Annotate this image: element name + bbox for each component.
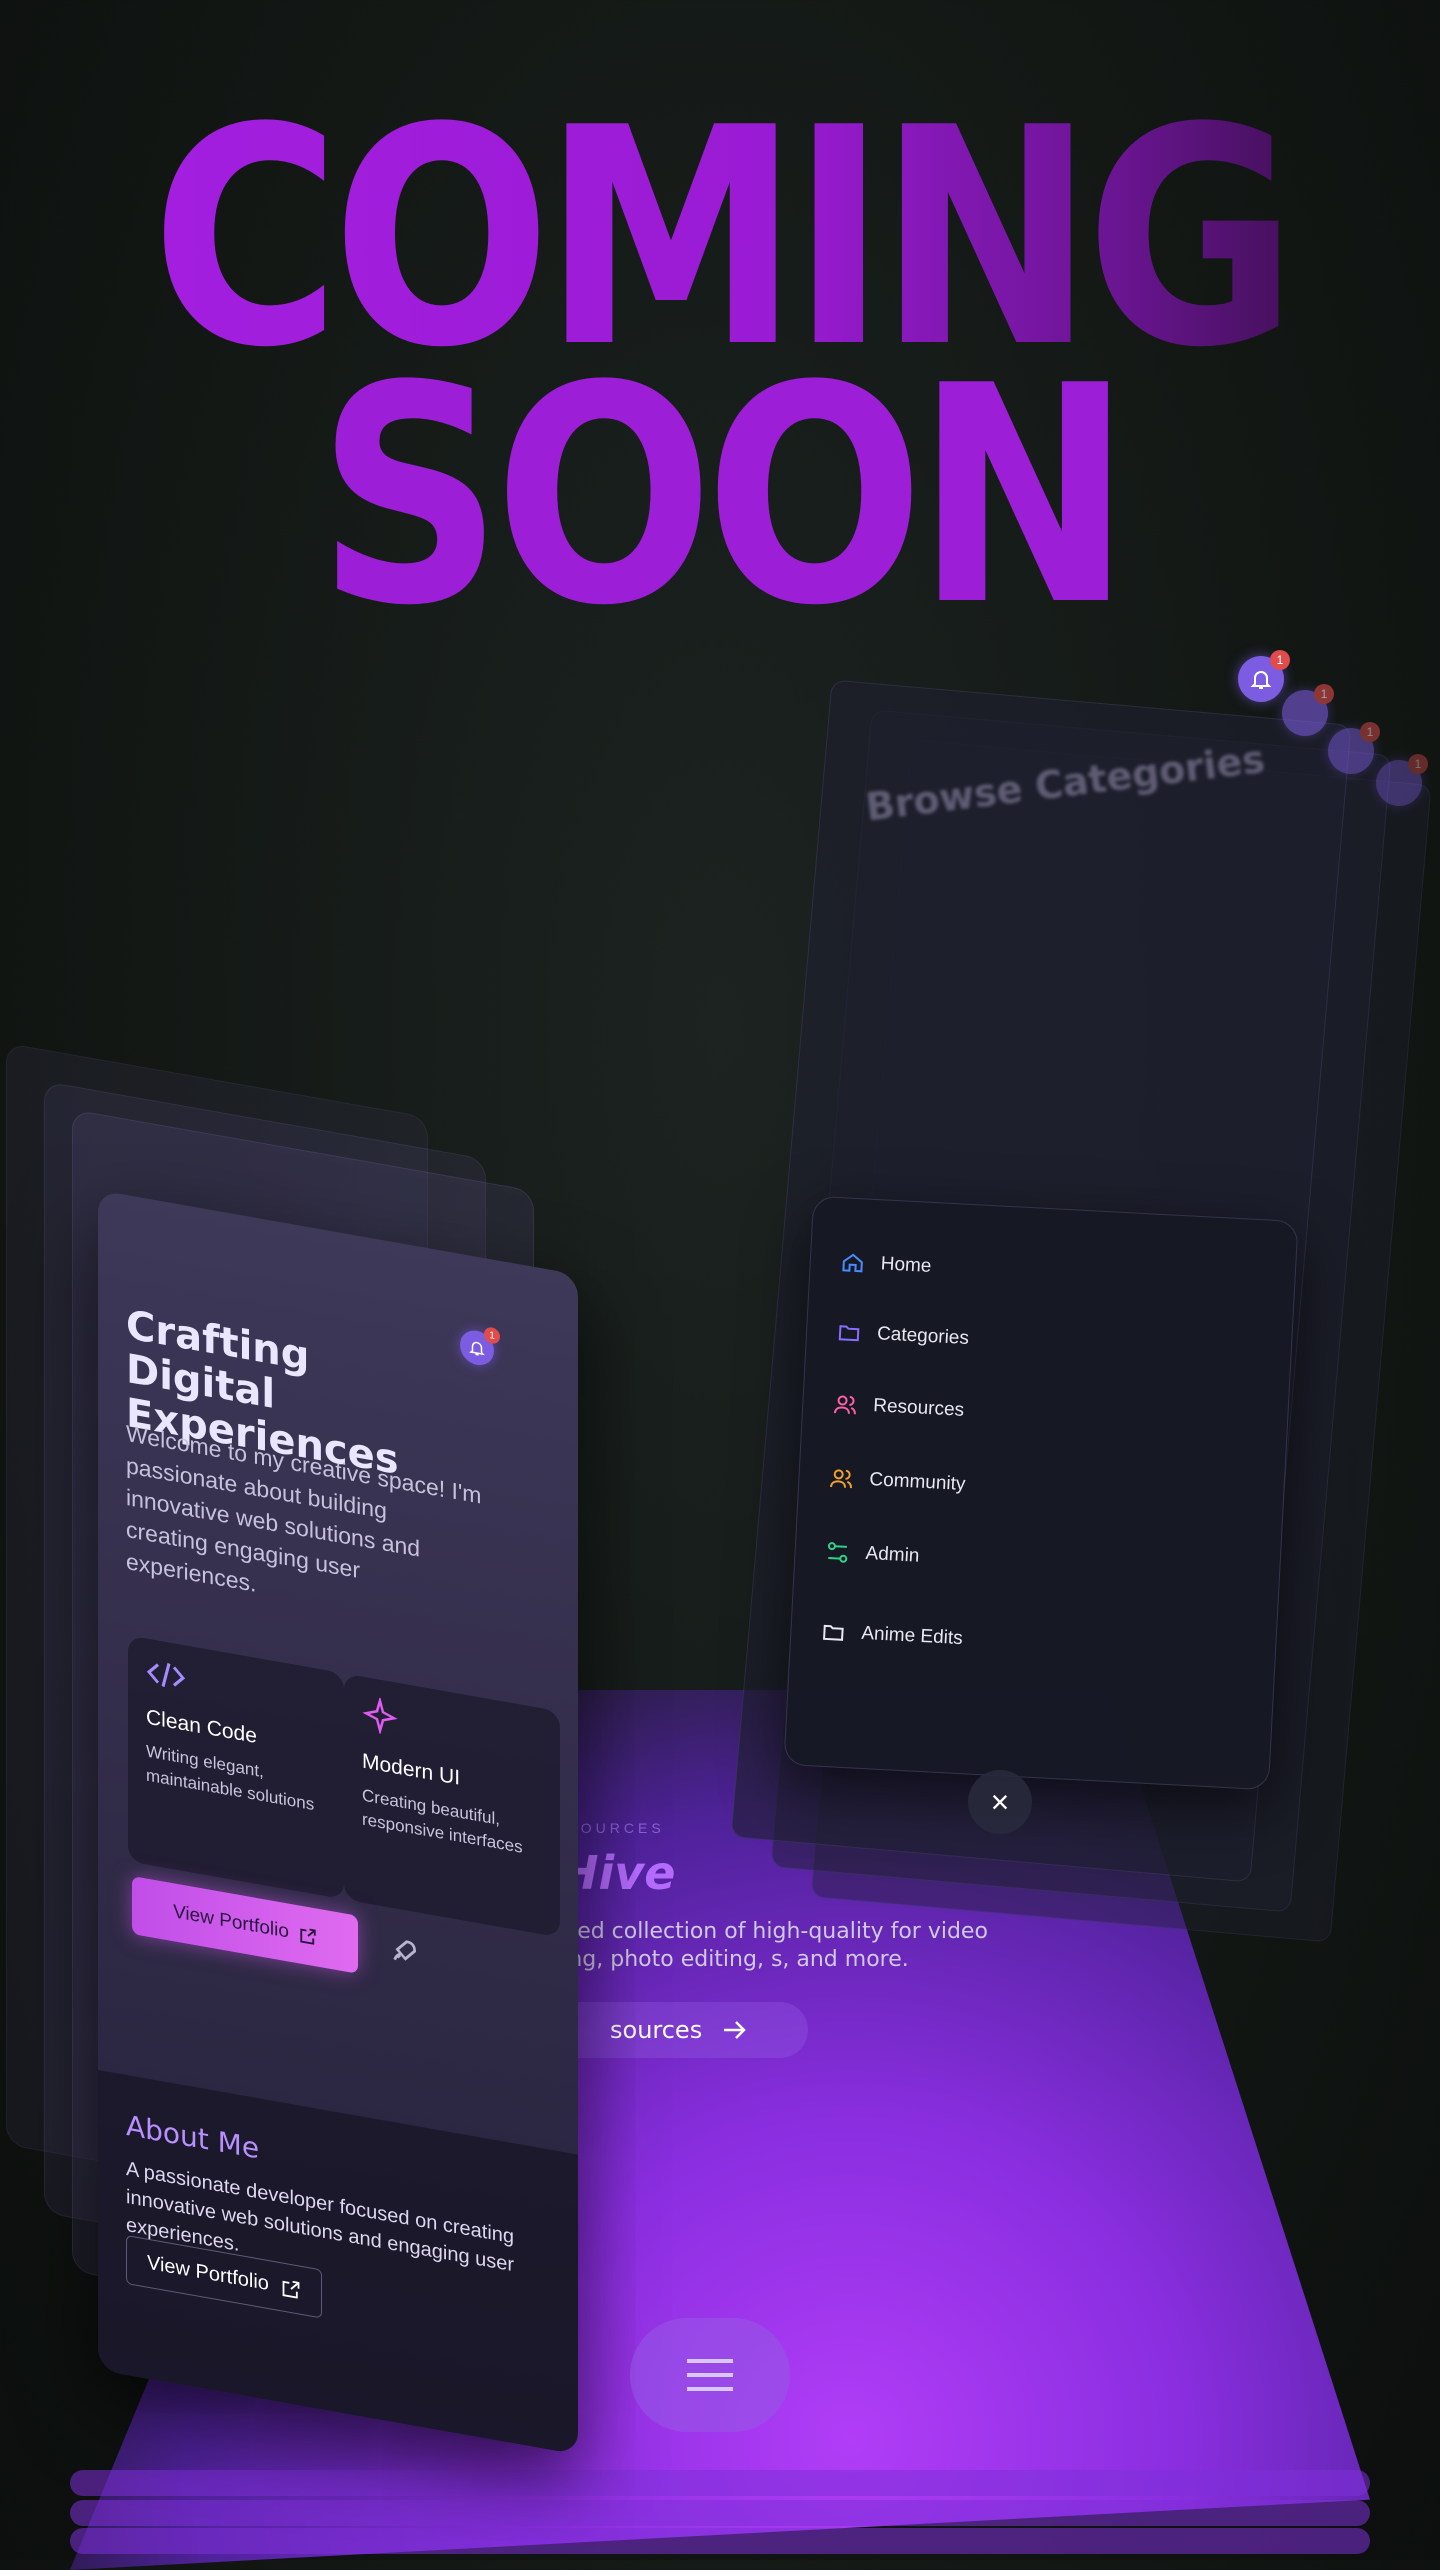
resources-description: curated collection of high-quality for v… (520, 1919, 988, 1972)
bell-icon (1250, 671, 1272, 689)
arrow-right-icon (724, 2021, 746, 2039)
menu-item-label: Home (880, 1253, 932, 1277)
bell-icon (469, 1341, 485, 1356)
notification-bell[interactable]: 1 (460, 1326, 500, 1368)
view-portfolio-label: View Portfolio (173, 1901, 289, 1943)
stage-edge (70, 2470, 1370, 2496)
menu-item-admin[interactable]: Admin (825, 1540, 920, 1569)
about-heading: About Me (126, 2108, 260, 2166)
browse-resources-label: sources (610, 2016, 703, 2044)
notification-badge: 1 (484, 1326, 500, 1345)
menu-item-label: Categories (876, 1323, 970, 1349)
home-icon (842, 1253, 863, 1273)
external-link-icon (300, 1928, 316, 1945)
menu-toggle-button[interactable] (630, 2318, 790, 2432)
feature-card-modern-ui: Modern UI Creating beautiful, responsive… (344, 1673, 560, 1938)
menu-item-label: Anime Edits (860, 1622, 964, 1650)
notification-bell: 1 (1282, 684, 1334, 736)
menu-item-home[interactable]: Home (840, 1250, 932, 1279)
notification-badge: 1 (1408, 754, 1428, 774)
sliders-icon (827, 1542, 848, 1563)
folder-icon (838, 1325, 860, 1342)
notification-badge: 1 (1270, 650, 1290, 670)
menu-item-label: Community (868, 1469, 966, 1496)
rocket-icon[interactable] (388, 1933, 420, 1971)
nav-menu: Home Categories Resources Community Admi… (783, 1195, 1299, 1791)
hamburger-icon (687, 2359, 733, 2391)
stage-edge (70, 2528, 1370, 2554)
close-menu-button[interactable]: × (968, 1770, 1032, 1834)
portfolio-card: 1 Crafting Digital Experiences Welcome t… (98, 1190, 578, 2455)
code-icon (146, 1662, 186, 1688)
stage-edge (70, 2500, 1370, 2526)
menu-item-label: Admin (865, 1542, 920, 1567)
menu-item-categories[interactable]: Categories (837, 1320, 970, 1351)
users-icon (830, 1469, 853, 1489)
browse-resources-button[interactable]: sources (550, 2002, 809, 2058)
menu-item-anime-edits[interactable]: Anime Edits (821, 1620, 963, 1651)
notification-badge: 1 (1314, 684, 1334, 704)
notification-badge: 1 (1360, 722, 1380, 742)
view-portfolio-label: View Portfolio (147, 2251, 269, 2296)
external-link-icon (282, 2280, 300, 2299)
menu-item-community[interactable]: Community (829, 1466, 966, 1497)
hero-headline: COMING SOON (0, 89, 1440, 671)
menu-item-resources[interactable]: Resources (833, 1392, 965, 1423)
menu-item-label: Resources (872, 1395, 965, 1421)
feature-card-clean-code: Clean Code Writing elegant, maintainable… (128, 1635, 344, 1900)
notification-bell: 1 (1328, 722, 1380, 774)
close-icon: × (990, 1783, 1010, 1820)
folder-icon (823, 1624, 844, 1641)
users-icon (833, 1395, 856, 1415)
notification-bell[interactable]: 1 (1238, 650, 1290, 702)
notification-bell: 1 (1376, 754, 1428, 806)
browse-categories-title: Browse Categories (863, 736, 1268, 830)
hero-line-2: SOON (316, 322, 1132, 671)
sparkle-icon (362, 1695, 398, 1736)
